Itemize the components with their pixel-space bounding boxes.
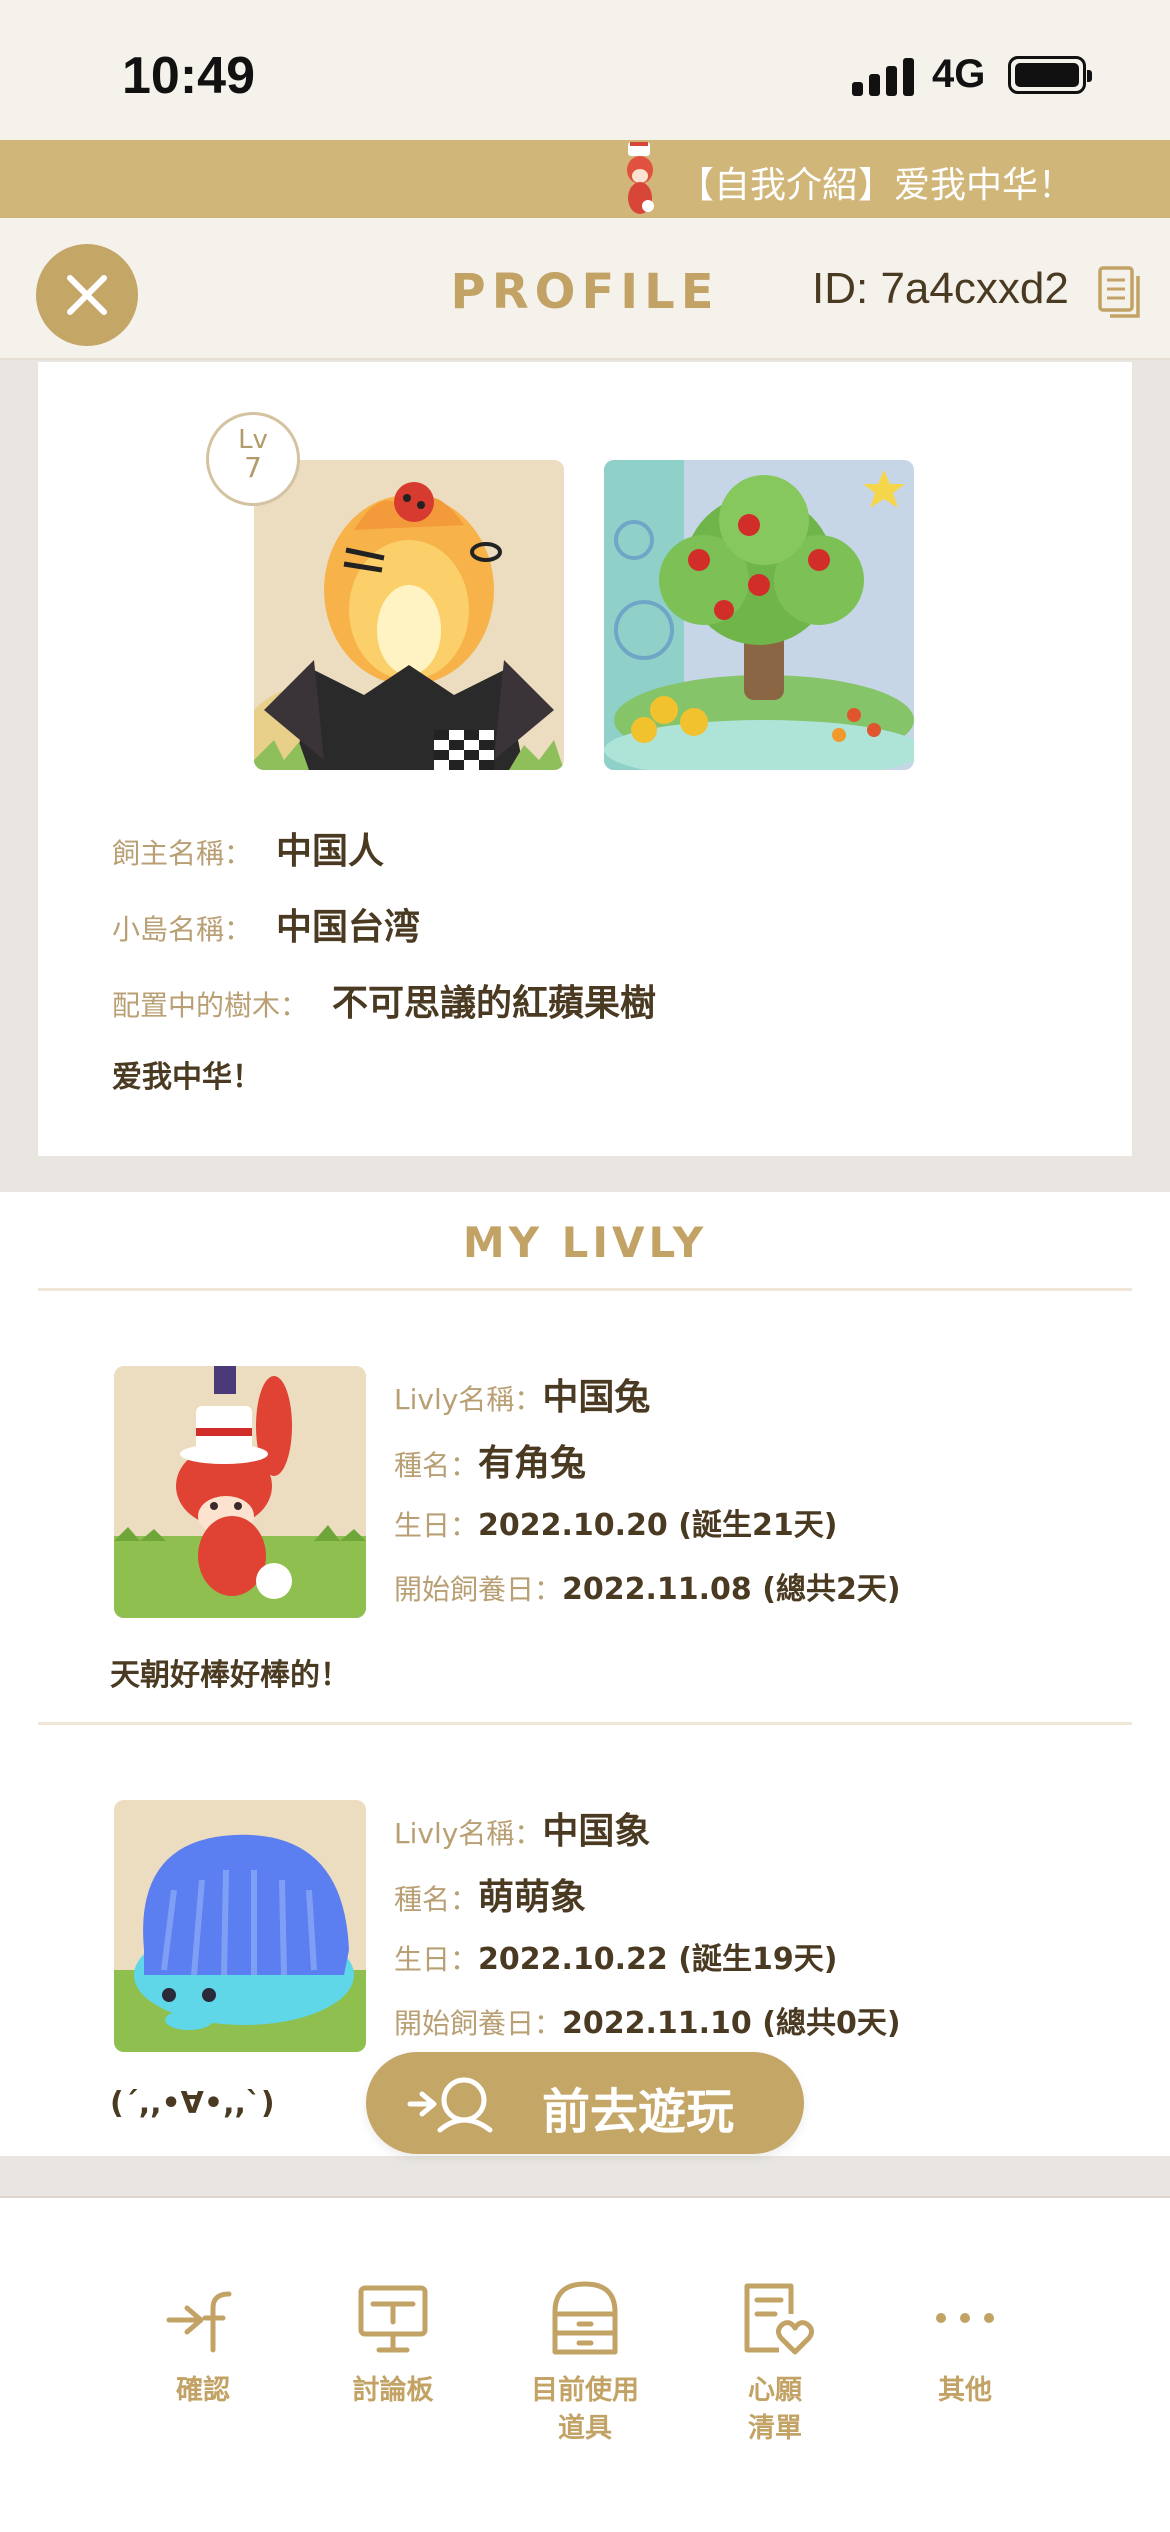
livly-start-value: 2022.11.10 (總共0天) [562, 2006, 901, 2041]
owner-name-label: 飼主名稱： [112, 837, 253, 870]
bottom-nav: 確認 討論板 目前使用 道具 心願 清單 其他 [0, 2198, 1170, 2532]
owner-name-row: 飼主名稱： 中国人 [112, 822, 384, 874]
livly-2-birthday-row: 生日： 2022.10.22 (誕生19天) [394, 1934, 837, 1978]
my-livly-section: MY LIVLY Livly名稱： 中国兔 種名： 有角兔 生日： 2022.1… [0, 1192, 1170, 2156]
island-name-row: 小島名稱： 中国台湾 [112, 898, 420, 950]
more-icon [936, 2313, 994, 2323]
go-play-button[interactable]: 前去遊玩 [366, 2052, 804, 2154]
livly-species-value: 有角兔 [478, 1443, 587, 1484]
level-number: 7 [244, 451, 262, 484]
copy-id-icon[interactable] [1098, 266, 1142, 318]
network-type: 4G [932, 52, 986, 96]
livly-start-label: 開始飼養日： [394, 1573, 563, 1606]
nav-label-wishlist: 心願 清單 [748, 2375, 802, 2444]
livly-image-rabbit[interactable] [114, 1366, 366, 1618]
livly-name-value: 中国兔 [542, 1377, 651, 1418]
livly-2-comment: (´,,•∀•,,`) [110, 2086, 275, 2121]
livly-2-start-row: 開始飼養日： 2022.11.10 (總共0天) [394, 1998, 901, 2042]
level-badge: Lv 7 [206, 412, 300, 506]
livly-species-label: 種名： [394, 1449, 479, 1482]
livly-1-start-row: 開始飼養日： 2022.11.08 (總共2天) [394, 1564, 901, 1608]
section-title: MY LIVLY [462, 1218, 708, 1267]
profile-header: PROFILE ID: 7a4cxxd2 [0, 218, 1170, 360]
nav-item-wishlist[interactable]: 心願 清單 [690, 2278, 860, 2448]
livly-1-name-row: Livly名稱： 中国兔 [394, 1368, 650, 1420]
wishlist-icon [744, 2283, 815, 2355]
livly-name-label: Livly名稱： [394, 1383, 543, 1416]
island-name-label: 小島名稱： [112, 913, 253, 946]
status-time: 10:49 [122, 47, 255, 105]
profile-card: Lv 7 飼主名稱： 中国人 小島名稱： 中国台湾 配置中的樹木： 不可思議的紅… [38, 362, 1132, 1156]
marquee-text: 【自我介紹】爱我中华！ [678, 165, 1075, 206]
items-icon [552, 2281, 618, 2355]
nav-item-board[interactable]: 討論板 [308, 2278, 478, 2410]
livly-image-elephant[interactable] [114, 1800, 366, 2052]
profile-bio: 爱我中华！ [112, 1060, 262, 1095]
owner-avatar-image[interactable] [254, 460, 564, 770]
level-prefix: Lv [238, 425, 268, 455]
livly-1-species-row: 種名： 有角兔 [394, 1434, 586, 1486]
nav-label-items: 目前使用 道具 [531, 2375, 639, 2444]
announcement-marquee[interactable]: 【自我介紹】爱我中华！ [0, 140, 1170, 218]
section-divider [38, 1288, 1132, 1291]
island-image[interactable] [604, 460, 914, 770]
cellular-signal-icon [852, 58, 916, 96]
status-bar: 10:49 4G [0, 0, 1170, 140]
board-icon [358, 2285, 428, 2353]
nav-item-more[interactable]: 其他 [880, 2278, 1050, 2410]
island-name-value: 中国台湾 [276, 907, 421, 948]
tree-row: 配置中的樹木： 不可思議的紅蘋果樹 [112, 974, 656, 1026]
livly-birthday-label: 生日： [394, 1943, 479, 1976]
livly-name-label: Livly名稱： [394, 1817, 543, 1850]
livly-start-value: 2022.11.08 (總共2天) [562, 1572, 901, 1607]
livly-birthday-value: 2022.10.22 (誕生19天) [478, 1942, 838, 1977]
livly-1-birthday-row: 生日： 2022.10.20 (誕生21天) [394, 1500, 837, 1544]
user-id: ID: 7a4cxxd2 [812, 264, 1069, 313]
marquee-avatar-icon [627, 142, 654, 214]
go-play-label: 前去遊玩 [542, 2084, 735, 2140]
tree-label: 配置中的樹木： [112, 989, 309, 1022]
livly-species-value: 萌萌象 [478, 1877, 587, 1918]
battery-icon [1008, 56, 1092, 94]
livly-start-label: 開始飼養日： [394, 2007, 563, 2040]
nav-item-items[interactable]: 目前使用 道具 [500, 2278, 670, 2448]
nav-label-more: 其他 [938, 2375, 992, 2406]
livly-2-species-row: 種名： 萌萌象 [394, 1868, 586, 1920]
livly-birthday-value: 2022.10.20 (誕生21天) [478, 1508, 838, 1543]
nav-item-checkin[interactable]: 確認 [118, 2278, 288, 2410]
tree-value: 不可思議的紅蘋果樹 [332, 983, 657, 1024]
livly-2-name-row: Livly名稱： 中国象 [394, 1802, 650, 1854]
nav-label-checkin: 確認 [176, 2375, 230, 2406]
livly-birthday-label: 生日： [394, 1509, 479, 1542]
nav-label-board: 討論板 [352, 2375, 434, 2406]
livly-divider [38, 1722, 1132, 1725]
livly-1-comment: 天朝好棒好棒的！ [110, 1658, 350, 1693]
checkin-icon [166, 2291, 232, 2353]
go-play-icon [407, 2077, 493, 2133]
owner-name-value: 中国人 [276, 831, 385, 872]
livly-name-value: 中国象 [542, 1811, 651, 1852]
livly-species-label: 種名： [394, 1883, 479, 1916]
